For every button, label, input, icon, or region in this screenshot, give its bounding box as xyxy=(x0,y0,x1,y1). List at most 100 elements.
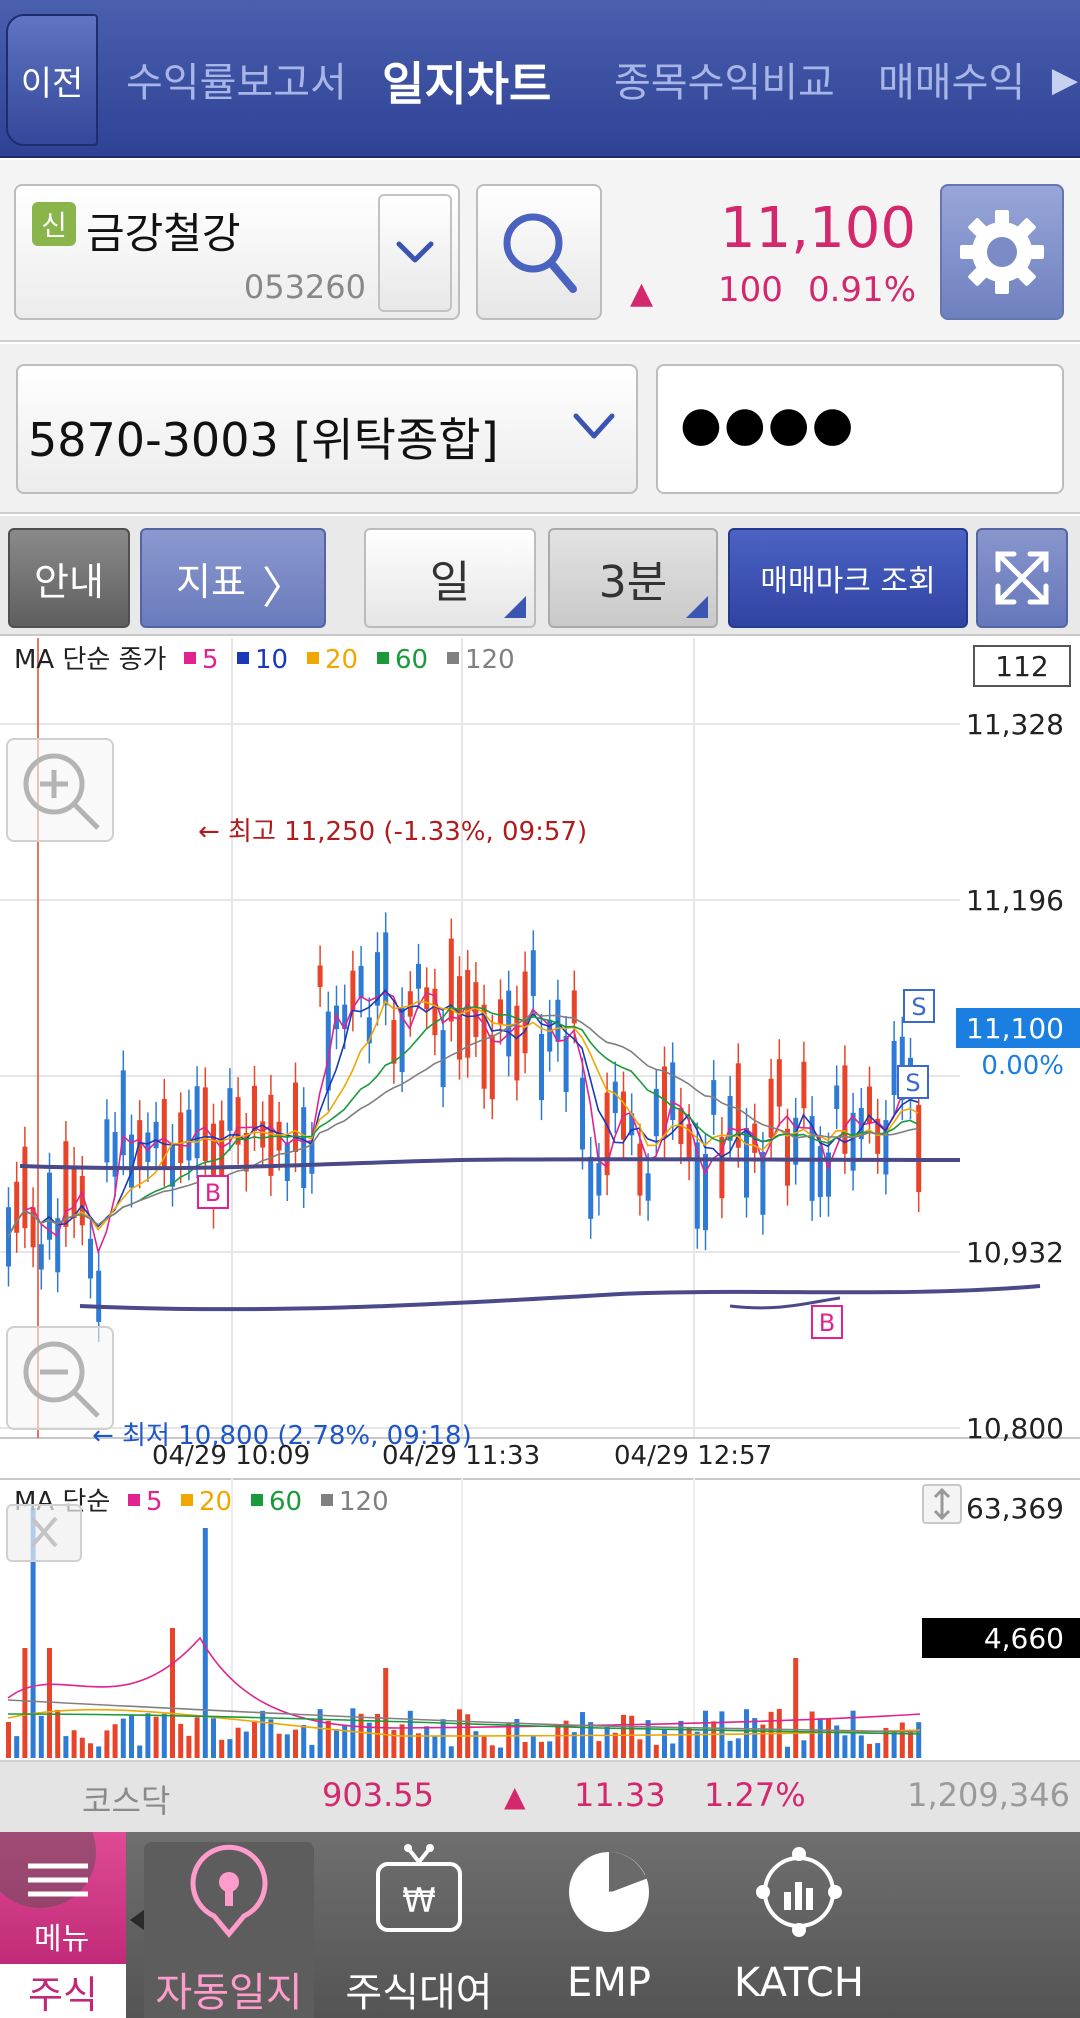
candle xyxy=(744,1128,749,1198)
candle xyxy=(416,963,421,989)
guide-button[interactable]: 안내 xyxy=(8,528,130,628)
dropdown-corner-icon xyxy=(504,596,526,618)
nav-stock[interactable]: 주식 xyxy=(0,1964,126,2018)
volume-bar xyxy=(63,1736,69,1758)
tab-trade-profit[interactable]: 매매수익 xyxy=(878,50,1025,108)
account-select[interactable]: 5870-3003 [위탁종합] xyxy=(16,364,638,494)
chart-count-box[interactable]: 112 xyxy=(995,650,1048,683)
trade-mark-button[interactable]: 매매마크 조회 xyxy=(728,528,968,628)
account-number: 5870-3003 [위탁종합] xyxy=(28,413,499,467)
legend-swatch xyxy=(237,652,249,664)
legend-label: 60 xyxy=(269,1487,302,1517)
fullscreen-button[interactable] xyxy=(976,528,1068,628)
candle xyxy=(317,965,323,987)
period-select[interactable]: 일 xyxy=(364,528,536,628)
candle xyxy=(596,1163,602,1196)
candle xyxy=(489,1034,495,1100)
nav-stock-lending[interactable]: ₩ 주식대여 xyxy=(334,1842,504,2018)
legend-label: 120 xyxy=(465,645,515,675)
legend-swatch xyxy=(128,1494,140,1506)
volume-bar xyxy=(621,1714,626,1758)
x-tick-label: 04/29 12:57 xyxy=(614,1441,772,1471)
stock-selector[interactable]: 신 금강철강 053260 xyxy=(14,184,460,320)
nav-emp[interactable]: EMP xyxy=(524,1842,694,2018)
candle xyxy=(670,1062,676,1120)
index-volume: 1,209,346 xyxy=(907,1776,1070,1814)
password-field[interactable]: ●●●● xyxy=(656,364,1064,494)
volume-bar xyxy=(522,1742,528,1758)
index-change: 11.33 xyxy=(574,1776,666,1814)
zoom-in-button[interactable] xyxy=(6,738,114,842)
y-tick-label: 11,328 xyxy=(966,708,1064,741)
hamburger-menu-icon xyxy=(0,1832,96,1908)
volume-bar xyxy=(276,1733,282,1758)
price-change-rate: 0.91% xyxy=(807,270,916,310)
volume-bar xyxy=(735,1738,741,1758)
zoom-out-button[interactable] xyxy=(6,1326,114,1430)
volume-bar xyxy=(727,1740,733,1758)
legend-label: 20 xyxy=(199,1487,232,1517)
volume-bar xyxy=(768,1711,774,1758)
candle xyxy=(916,1104,922,1193)
volume-bar xyxy=(6,1722,11,1758)
stock-dropdown-button[interactable] xyxy=(378,194,452,312)
candle xyxy=(580,1077,585,1150)
dropdown-corner-icon xyxy=(686,596,708,618)
volume-chart[interactable]: MA 단순 5 20 60 120 63,369 4,660 xyxy=(0,1478,1080,1760)
legend-label: 5 xyxy=(146,1487,163,1517)
candle xyxy=(539,1033,544,1101)
account-row: 5870-3003 [위탁종합] ●●●● xyxy=(0,344,1080,514)
price-legend-title: MA 단순 종가 xyxy=(14,645,167,675)
candle xyxy=(145,1132,151,1162)
candle xyxy=(530,950,536,997)
volume-bar xyxy=(530,1736,536,1758)
volume-bar xyxy=(79,1737,85,1758)
volume-bar xyxy=(432,1736,438,1758)
interval-select[interactable]: 3분 xyxy=(548,528,718,628)
nav-katch[interactable]: KATCH xyxy=(714,1842,884,2018)
volume-bar xyxy=(711,1721,717,1758)
back-button[interactable]: 이전 xyxy=(6,14,98,146)
tab-scroll-right-icon[interactable]: ▶ xyxy=(1052,60,1078,100)
legend-label: 60 xyxy=(395,645,428,675)
legend-swatch xyxy=(447,652,459,664)
volume-bar xyxy=(899,1722,905,1758)
candle xyxy=(785,1128,790,1186)
y-tick-label: 11,196 xyxy=(966,884,1064,917)
volume-bar xyxy=(227,1739,233,1758)
stock-search-button[interactable] xyxy=(476,184,602,320)
candle xyxy=(252,1085,257,1132)
x-tick-label: 04/29 11:33 xyxy=(382,1441,540,1471)
stock-code: 053260 xyxy=(243,268,366,306)
volume-bar xyxy=(826,1718,831,1758)
volume-close-button[interactable] xyxy=(6,1504,82,1562)
settings-button[interactable] xyxy=(940,184,1064,320)
candle xyxy=(850,1112,856,1171)
volume-bar xyxy=(293,1729,298,1758)
legend-label: 5 xyxy=(202,645,219,675)
candle xyxy=(891,1040,897,1096)
indicator-button[interactable]: 지표 〉 xyxy=(140,528,326,628)
credit-badge: 신 xyxy=(32,202,76,246)
trade-mark-label: S xyxy=(905,1069,920,1097)
nav-label: 주식대여 xyxy=(345,1970,493,2016)
candle xyxy=(703,1153,708,1231)
tab-stock-profit-compare[interactable]: 종목수익비교 xyxy=(614,50,835,108)
nav-auto-journal[interactable]: 자동일지 xyxy=(144,1842,314,2018)
volume-bar xyxy=(817,1718,823,1758)
volume-bar xyxy=(104,1730,110,1758)
volume-resize-handle[interactable] xyxy=(922,1484,962,1524)
volume-bar xyxy=(883,1727,889,1758)
index-value: 903.55 xyxy=(322,1776,434,1814)
volume-bar xyxy=(637,1739,643,1758)
volume-bar xyxy=(498,1747,503,1758)
x-tick-label: 04/29 10:09 xyxy=(152,1441,310,1471)
price-chart[interactable]: B B S S MA 단순 종가 5 10 20 60 120 112 11,328 11,1… xyxy=(0,638,1080,1478)
tv-won-icon: ₩ xyxy=(376,1844,462,1932)
candle xyxy=(358,965,364,998)
market-index-bar[interactable]: 코스닥 903.55 ▲ 11.33 1.27% 1,209,346 xyxy=(0,1760,1080,1832)
tab-return-report[interactable]: 수익률보고서 xyxy=(126,50,347,108)
tab-journal-chart[interactable]: 일지차트 xyxy=(382,48,551,114)
menu-button[interactable]: 메뉴 xyxy=(0,1832,126,1964)
volume-bar xyxy=(112,1724,118,1758)
